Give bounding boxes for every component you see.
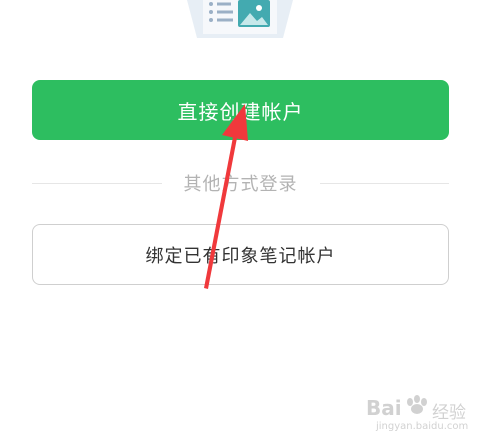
page: 直接创建帐户 其他方式登录 绑定已有印象笔记帐户 Bai 经验 jingyan.… — [0, 0, 482, 444]
divider-line-right — [319, 182, 449, 184]
create-account-button[interactable]: 直接创建帐户 — [32, 80, 449, 140]
bind-existing-account-button[interactable]: 绑定已有印象笔记帐户 — [32, 224, 449, 285]
document-image-icon — [187, 0, 293, 38]
watermark-brand: Bai — [366, 396, 402, 420]
watermark-url: jingyan.baidu.com — [376, 421, 469, 432]
divider-label: 其他方式登录 — [183, 174, 298, 195]
alternative-login-divider: 其他方式登录 — [32, 168, 449, 198]
baidu-jingyan-watermark: Bai 经验 jingyan.baidu.com — [366, 388, 476, 436]
divider-line-left — [32, 182, 162, 184]
watermark-brand-cn: 经验 — [432, 403, 466, 423]
red-arrow-annotation — [204, 104, 248, 289]
